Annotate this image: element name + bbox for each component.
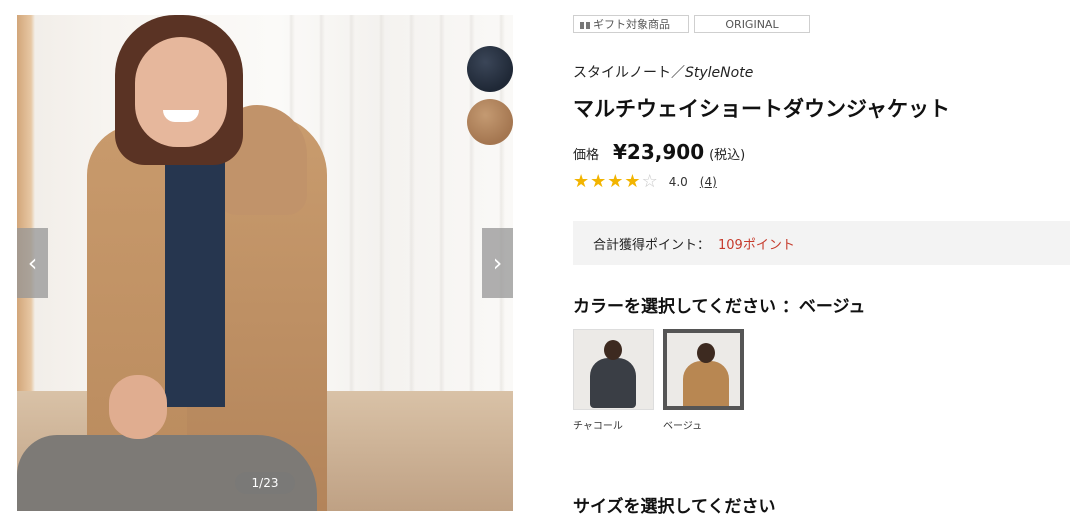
star-filled-icon: ★ [573,171,590,192]
color-options: チャコール ベージュ [573,329,744,432]
brand-name-en: StyleNote [685,65,754,81]
rating-stars: ★★★★☆ [573,172,659,191]
chevron-right-icon: › [492,249,503,277]
original-tag: ORIGINAL [694,15,810,33]
gift-tag: ギフト対象商品 [573,15,689,33]
product-image-gallery: ‹ › 1/23 [17,15,513,511]
beige-swatch-icon[interactable] [467,99,513,145]
thumb-jacket [683,361,729,406]
star-filled-icon: ★ [624,171,641,192]
gift-tag-label: ギフト対象商品 [593,18,670,31]
points-label: 合計獲得ポイント： [593,237,711,253]
color-select-heading: カラーを選択してください ：ベージュ [573,297,866,317]
color-option-beige[interactable]: ベージュ [663,329,744,432]
charcoal-swatch-icon[interactable] [467,46,513,92]
points-box: 合計獲得ポイント： 109ポイント [573,221,1070,265]
photo-face [135,37,227,147]
star-empty-icon: ☆ [641,171,658,192]
review-count-link[interactable]: (4) [700,175,717,189]
color-option-label: チャコール [573,421,623,432]
star-filled-icon: ★ [590,171,607,192]
rating-value: 4.0 [668,174,688,189]
photo-hand [109,375,167,439]
color-option-label: ベージュ [663,421,703,432]
thumb-model-head [604,340,622,360]
color-thumb-charcoal[interactable] [573,329,654,410]
product-tags: ギフト対象商品 ORIGINAL [573,15,810,33]
thumb-model-head [697,343,715,363]
color-thumb-beige[interactable] [663,329,744,410]
rating-row: ★★★★☆ 4.0 (4) [573,172,717,191]
product-title: マルチウェイショートダウンジャケット [573,97,950,121]
gift-icon [580,19,590,29]
thumb-jacket [590,358,636,408]
product-main-photo[interactable] [17,15,513,511]
star-filled-icon: ★ [607,171,624,192]
gallery-counter: 1/23 [235,472,295,494]
tax-label: (税込) [709,148,746,163]
color-option-charcoal[interactable]: チャコール [573,329,654,432]
points-value: 109ポイント [718,237,795,253]
price-value: ¥23,900 [613,140,705,164]
gallery-prev-button[interactable]: ‹ [17,228,48,298]
gallery-next-button[interactable]: › [482,228,513,298]
brand-name[interactable]: スタイルノート／StyleNote [573,62,753,82]
chevron-left-icon: ‹ [27,249,38,277]
size-select-heading: サイズを選択してください [573,497,776,517]
photo-shirt [165,147,225,407]
brand-name-jp: スタイルノート／ [573,65,685,81]
price-label: 価格 [573,148,600,163]
price-row: 価格 ¥23,900 (税込) [573,140,745,164]
